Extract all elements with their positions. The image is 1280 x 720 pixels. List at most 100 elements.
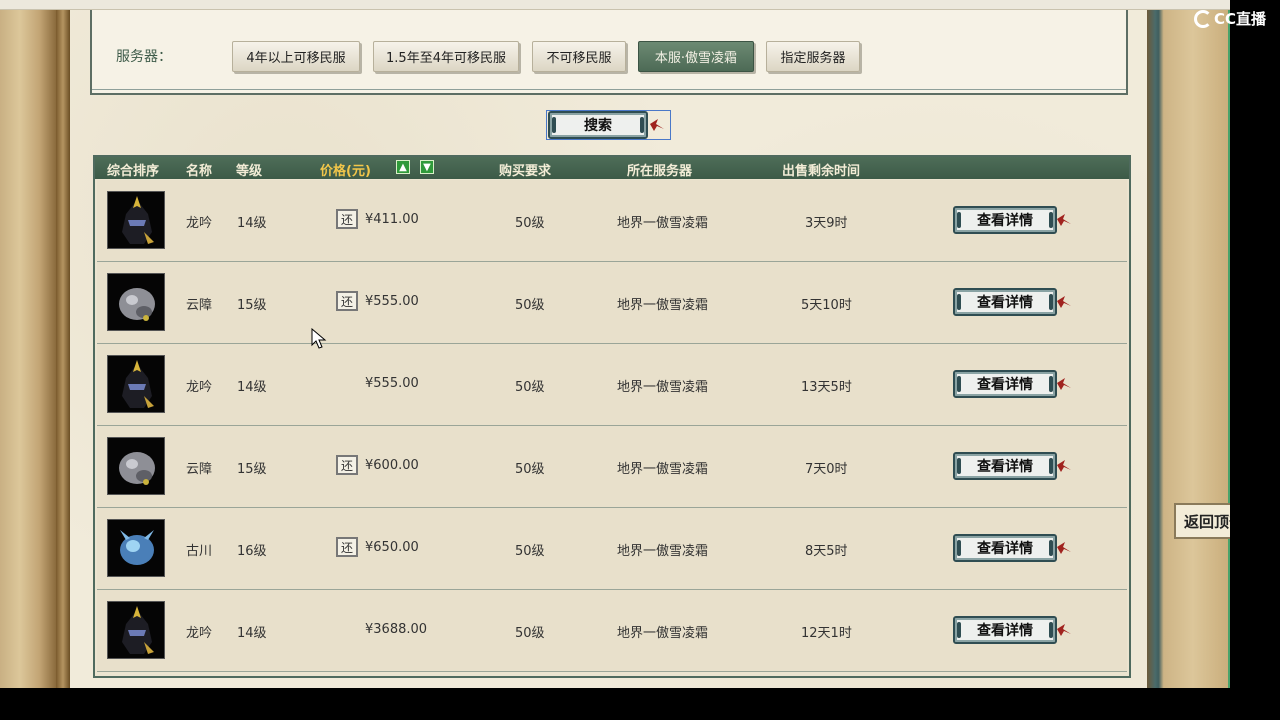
item-time-left: 7天0时 [805, 462, 848, 477]
bottom-black-bar [0, 688, 1280, 720]
table-row: 龙吟 14级 ¥3688.00 50级 地界一傲雪凌霜 12天1时 查看详情 [97, 590, 1127, 672]
item-thumbnail-dark-helmet[interactable] [107, 601, 165, 659]
item-time-left: 3天9时 [805, 216, 848, 231]
item-level: 14级 [237, 380, 267, 395]
header-server: 所在服务器 [627, 164, 693, 179]
item-name: 云障 [186, 298, 213, 313]
item-price: ¥411.00 [365, 212, 419, 227]
ribbon-icon [1057, 378, 1071, 390]
view-details-button[interactable]: 查看详情 [953, 452, 1075, 482]
back-to-top-label: 返回顶部 [1184, 512, 1230, 531]
right-decor-border [1147, 10, 1230, 688]
bargain-icon[interactable]: 还 [336, 209, 358, 229]
bargain-icon[interactable]: 还 [336, 537, 358, 557]
view-details-label: 查看详情 [977, 623, 1033, 639]
item-price: ¥650.00 [365, 540, 419, 555]
view-details-label: 查看详情 [977, 377, 1033, 393]
item-name: 龙吟 [186, 626, 213, 641]
cc-logo-icon [1194, 9, 1212, 28]
table-row: 云障 15级 还 ¥555.00 50级 地界一傲雪凌霜 5天10时 查看详情 [97, 262, 1127, 344]
ribbon-icon [1057, 214, 1071, 226]
view-details-button[interactable]: 查看详情 [953, 206, 1075, 236]
table-row: 云障 15级 还 ¥600.00 50级 地界一傲雪凌霜 7天0时 查看详情 [97, 426, 1127, 508]
view-details-face[interactable]: 查看详情 [953, 288, 1057, 316]
sort-descending-icon[interactable]: ▼ [420, 160, 434, 174]
view-details-button[interactable]: 查看详情 [953, 534, 1075, 564]
item-thumbnail-grey-beast[interactable] [107, 437, 165, 495]
item-thumbnail-dark-helmet[interactable] [107, 191, 165, 249]
back-to-top-button[interactable]: 返回顶部 [1174, 503, 1230, 539]
view-details-button[interactable]: 查看详情 [953, 370, 1075, 400]
view-details-face[interactable]: 查看详情 [953, 370, 1057, 398]
view-details-button[interactable]: 查看详情 [953, 288, 1075, 318]
item-requirement: 50级 [515, 380, 545, 395]
bargain-icon[interactable]: 还 [336, 291, 358, 311]
window-edge-line [1228, 10, 1230, 688]
ribbon-icon [1057, 542, 1071, 554]
server-option-1[interactable]: 1.5年至4年可移民服 [373, 41, 519, 72]
bargain-icon[interactable]: 还 [336, 455, 358, 475]
view-details-face[interactable]: 查看详情 [953, 616, 1057, 644]
item-requirement: 50级 [515, 626, 545, 641]
item-requirement: 50级 [515, 462, 545, 477]
sort-ascending-icon[interactable]: ▲ [396, 160, 410, 174]
item-price: ¥555.00 [365, 376, 419, 391]
item-thumbnail-blue-beast[interactable] [107, 519, 165, 577]
view-details-button[interactable]: 查看详情 [953, 616, 1075, 646]
logo-text: CC直播 [1214, 10, 1267, 28]
item-server: 地界一傲雪凌霜 [617, 462, 709, 477]
item-level: 14级 [237, 216, 267, 231]
left-scroll-rod [56, 10, 70, 688]
item-requirement: 50级 [515, 298, 545, 313]
table-row: 古川 16级 还 ¥650.00 50级 地界一傲雪凌霜 8天5时 查看详情 [97, 508, 1127, 590]
view-details-label: 查看详情 [977, 213, 1033, 229]
item-requirement: 50级 [515, 544, 545, 559]
server-filter-label: 服务器： [116, 49, 172, 65]
table-row: 龙吟 14级 还 ¥411.00 50级 地界一傲雪凌霜 3天9时 查看详情 [97, 180, 1127, 262]
table-row: 龙吟 14级 ¥555.00 50级 地界一傲雪凌霜 13天5时 查看详情 [97, 344, 1127, 426]
view-details-face[interactable]: 查看详情 [953, 206, 1057, 234]
view-details-face[interactable]: 查看详情 [953, 534, 1057, 562]
screen: CC直播 服务器： 4年以上可移民服 1.5年至4年可移民服 不可移民服 本服·傲雪凌… [0, 0, 1280, 720]
item-name: 龙吟 [186, 380, 213, 395]
search-focus-outline [546, 110, 671, 140]
header-requirement: 购买要求 [499, 164, 552, 179]
server-option-4[interactable]: 指定服务器 [766, 41, 860, 72]
item-name: 龙吟 [186, 216, 213, 231]
item-server: 地界一傲雪凌霜 [617, 298, 709, 313]
header-time-left: 出售剩余时间 [782, 164, 861, 179]
header-rank[interactable]: 综合排序 [107, 160, 159, 179]
item-name: 古川 [186, 544, 213, 559]
ribbon-icon [1057, 296, 1071, 308]
item-price: ¥600.00 [365, 458, 419, 473]
item-level: 15级 [237, 298, 267, 313]
item-thumbnail-dark-helmet[interactable] [107, 355, 165, 413]
server-option-0[interactable]: 4年以上可移民服 [232, 41, 360, 72]
view-details-label: 查看详情 [977, 295, 1033, 311]
header-level: 等级 [236, 164, 263, 179]
view-details-label: 查看详情 [977, 459, 1033, 475]
server-option-3[interactable]: 本服·傲雪凌霜 [638, 41, 754, 72]
item-level: 14级 [237, 626, 267, 641]
item-requirement: 50级 [515, 216, 545, 231]
item-level: 15级 [237, 462, 267, 477]
item-thumbnail-grey-beast[interactable] [107, 273, 165, 331]
item-time-left: 8天5时 [805, 544, 848, 559]
item-name: 云障 [186, 462, 213, 477]
browser-top-strip [0, 0, 1230, 10]
item-time-left: 13天5时 [801, 380, 852, 395]
view-details-label: 查看详情 [977, 541, 1033, 557]
server-option-2[interactable]: 不可移民服 [532, 41, 626, 72]
cc-live-logo: CC直播 [1194, 8, 1266, 29]
item-level: 16级 [237, 544, 267, 559]
ribbon-icon [1057, 460, 1071, 472]
item-server: 地界一傲雪凌霜 [617, 380, 709, 395]
mouse-cursor-icon [311, 328, 327, 349]
item-server: 地界一傲雪凌霜 [617, 544, 709, 559]
header-name: 名称 [186, 164, 213, 179]
view-details-face[interactable]: 查看详情 [953, 452, 1057, 480]
header-price[interactable]: 价格(元) [320, 160, 371, 179]
item-server: 地界一傲雪凌霜 [617, 216, 709, 231]
item-price: ¥3688.00 [365, 622, 428, 637]
ribbon-icon [1057, 624, 1071, 636]
